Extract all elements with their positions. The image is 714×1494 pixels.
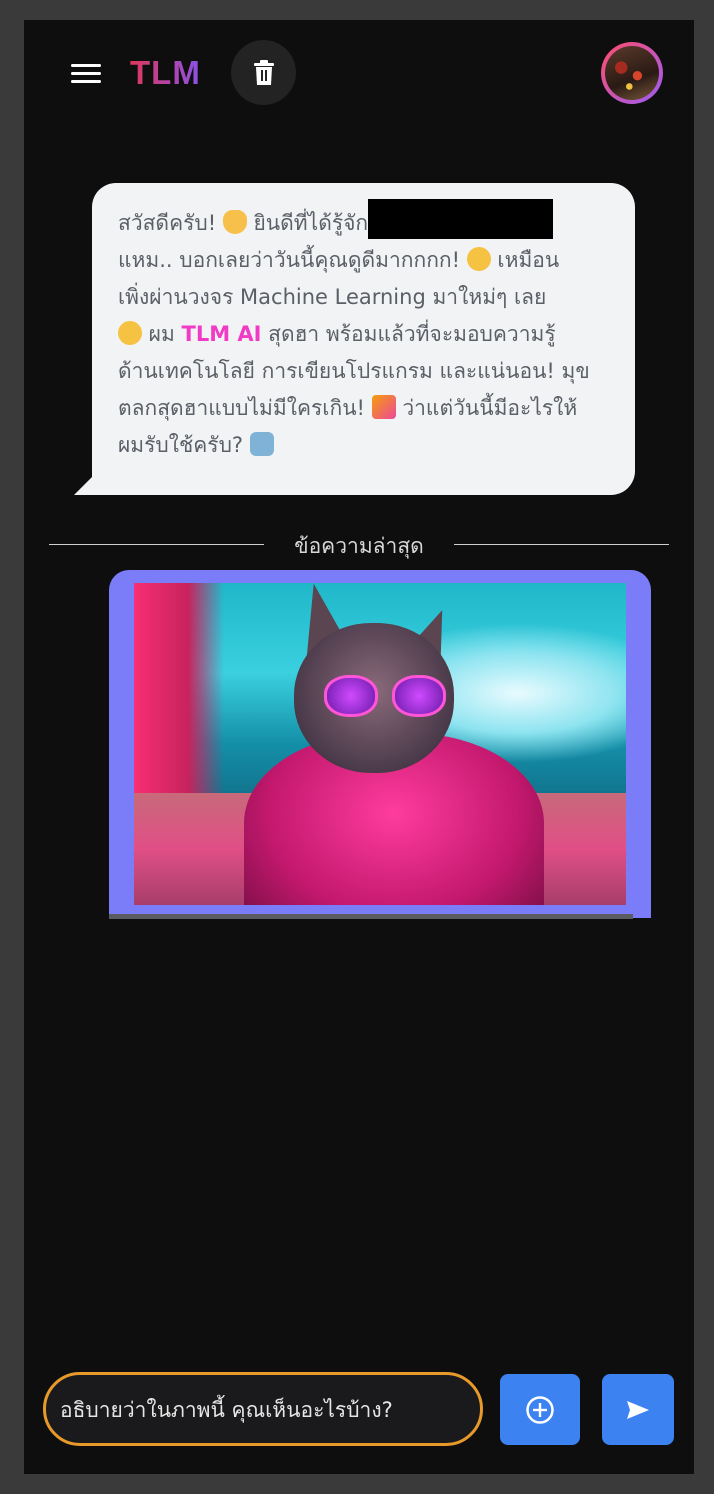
app-header: TLM [24,20,694,130]
message-input-wrapper[interactable] [43,1372,483,1446]
trash-icon [253,59,274,85]
message-composer [24,1360,694,1460]
chat-app: TLM สวัสดีครับ! ยินดีที่ได้รู้จัก แหม.. … [24,20,694,1474]
plus-circle-icon [526,1395,554,1424]
send-arrow-icon [627,1400,649,1419]
party-popper-emoji-icon [371,395,396,419]
bot-message-bubble: สวัสดีครับ! ยินดีที่ได้รู้จัก แหม.. บอกเ… [74,183,635,495]
add-attachment-button[interactable] [500,1374,580,1445]
app-logo: TLM [130,54,201,91]
tlm-ai-highlight: TLM AI [181,322,262,346]
redacted-name [368,199,554,239]
cat-with-sunglasses-image[interactable] [134,583,626,905]
bot-message-text: สวัสดีครับ! ยินดีที่ได้รู้จัก แหม.. บอกเ… [118,199,611,464]
avatar-image [605,46,659,100]
hamburger-menu-icon[interactable] [69,60,103,88]
robot-emoji-icon [249,432,274,456]
message-input[interactable] [58,1375,472,1445]
clear-chat-button[interactable] [231,40,296,105]
user-avatar[interactable] [601,42,663,104]
latest-messages-divider: ข้อความล่าสุด [49,530,669,560]
winking-face-emoji-icon [118,321,142,345]
divider-label: ข้อความล่าสุด [294,534,424,558]
waving-hand-emoji-icon [222,210,247,234]
user-image-bubble[interactable] [109,570,651,919]
send-button[interactable] [602,1374,674,1445]
star-struck-emoji-icon [466,247,491,271]
